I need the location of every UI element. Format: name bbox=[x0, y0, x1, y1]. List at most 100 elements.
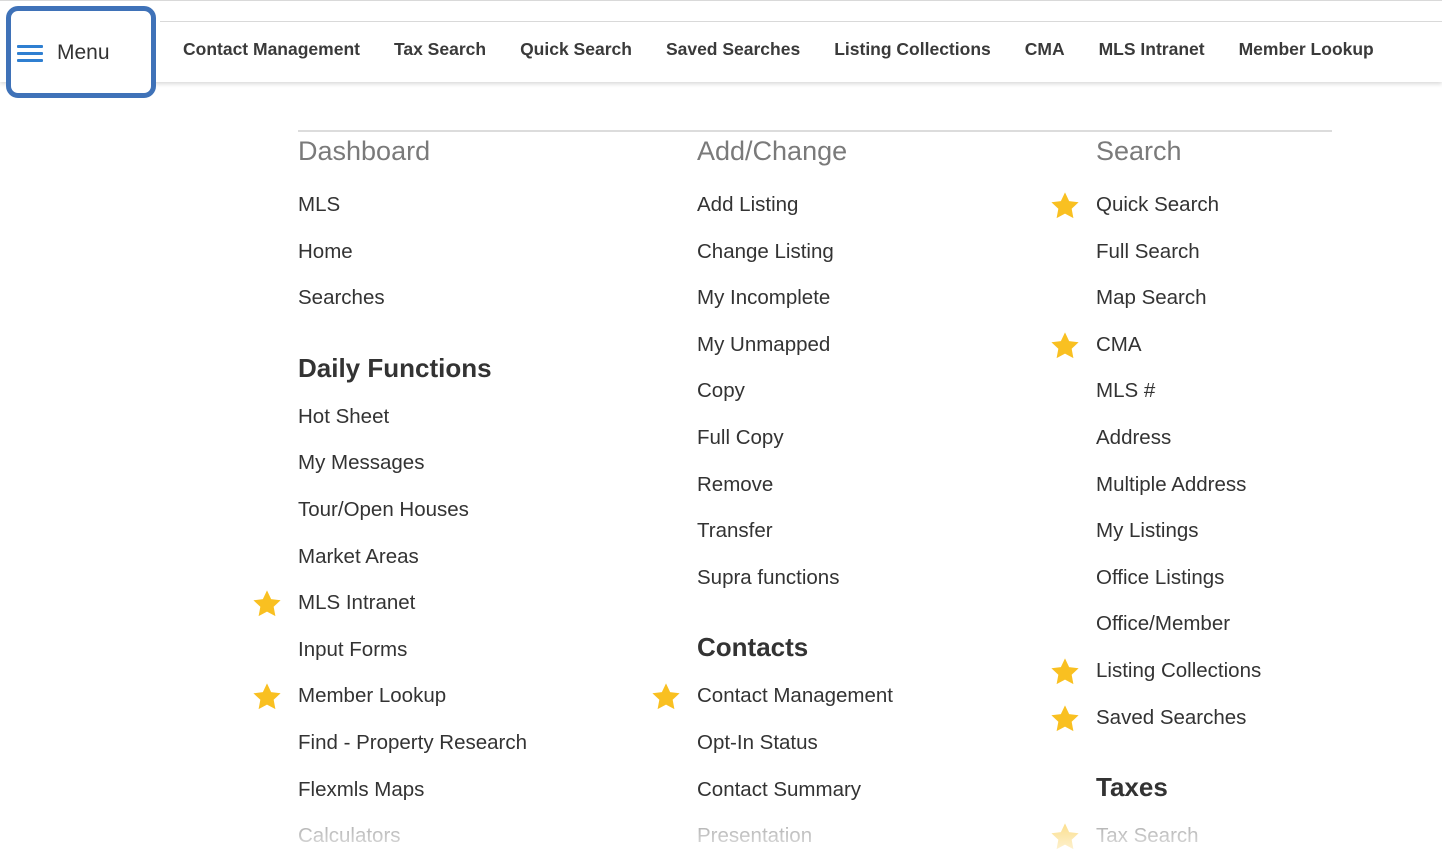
search-item-label: Multiple Address bbox=[1096, 472, 1247, 496]
daily-functions-item-label: Market Areas bbox=[298, 544, 419, 568]
favorite-star-icon[interactable] bbox=[1049, 821, 1081, 853]
menu-divider bbox=[298, 130, 1332, 132]
quick-links-nav: Contact Management Tax Search Quick Sear… bbox=[166, 39, 1391, 60]
add-change-item-my-incomplete[interactable]: My Incomplete bbox=[697, 275, 1057, 322]
add-change-item-label: Supra functions bbox=[697, 565, 840, 589]
add-change-item-remove[interactable]: Remove bbox=[697, 462, 1057, 509]
nav-quick-search[interactable]: Quick Search bbox=[503, 39, 649, 60]
search-item-label: My Listings bbox=[1096, 519, 1199, 543]
dashboard-column: Dashboard MLS Home Searches Daily Function… bbox=[253, 136, 658, 856]
add-change-item-label: Full Copy bbox=[697, 425, 784, 449]
search-item-label: Listing Collections bbox=[1096, 658, 1262, 682]
nav-mls-intranet[interactable]: MLS Intranet bbox=[1082, 39, 1222, 60]
add-change-item-label: Change Listing bbox=[697, 239, 834, 263]
search-item-label: Address bbox=[1096, 425, 1172, 449]
nav-contact-management[interactable]: Contact Management bbox=[166, 39, 377, 60]
add-change-item-add-listing[interactable]: Add Listing bbox=[697, 182, 1057, 229]
add-change-item-label: Transfer bbox=[697, 519, 773, 543]
contacts-item-label: Opt-In Status bbox=[697, 730, 818, 754]
favorite-star-icon[interactable] bbox=[1049, 190, 1081, 222]
dashboard-item-label: MLS bbox=[298, 193, 341, 216]
add-change-item-label: Remove bbox=[697, 472, 774, 496]
daily-functions-item-label: My Messages bbox=[298, 451, 425, 475]
search-item-label: Full Search bbox=[1096, 239, 1200, 263]
favorite-star-icon[interactable] bbox=[1049, 703, 1081, 735]
nav-saved-searches[interactable]: Saved Searches bbox=[649, 39, 817, 60]
search-item-map-search[interactable]: Map Search bbox=[1096, 275, 1442, 322]
add-change-item-copy[interactable]: Copy bbox=[697, 368, 1057, 415]
daily-functions-item-label: Find - Property Research bbox=[298, 730, 528, 754]
search-item-multiple-address[interactable]: Multiple Address bbox=[1096, 462, 1442, 509]
search-item-my-listings[interactable]: My Listings bbox=[1096, 508, 1442, 555]
daily-functions-item-label: Flexmls Maps bbox=[298, 777, 425, 801]
add-change-item-full-copy[interactable]: Full Copy bbox=[697, 415, 1057, 462]
search-item-full-search[interactable]: Full Search bbox=[1096, 229, 1442, 276]
add-change-item-transfer[interactable]: Transfer bbox=[697, 508, 1057, 555]
daily-functions-item-hot-sheet[interactable]: Hot Sheet bbox=[298, 394, 658, 441]
add-change-item-label: Add Listing bbox=[697, 193, 799, 216]
search-item-label: CMA bbox=[1096, 332, 1142, 356]
search-item-address[interactable]: Address bbox=[1096, 415, 1442, 462]
top-navigation-bar: Contact Management Tax Search Quick Sear… bbox=[0, 0, 1442, 82]
contacts-heading: Contacts bbox=[697, 632, 809, 663]
contacts-item-label: Presentation bbox=[697, 824, 813, 848]
daily-functions-item-find-property-research[interactable]: Find - Property Research bbox=[298, 720, 658, 767]
menu-button[interactable]: Menu bbox=[6, 6, 156, 98]
add-change-item-label: My Unmapped bbox=[697, 332, 831, 356]
daily-functions-heading: Daily Functions bbox=[298, 352, 492, 383]
contacts-item-presentation[interactable]: Presentation bbox=[697, 813, 1057, 856]
taxes-item-label: Tax Search bbox=[1096, 824, 1199, 848]
nav-listing-collections[interactable]: Listing Collections bbox=[817, 39, 1008, 60]
menu-label: Menu bbox=[57, 41, 110, 64]
add-change-item-change-listing[interactable]: Change Listing bbox=[697, 229, 1057, 276]
hamburger-icon bbox=[17, 45, 43, 63]
search-item-listing-collections[interactable]: Listing Collections bbox=[1051, 648, 1442, 695]
search-item-label: Saved Searches bbox=[1096, 705, 1247, 729]
nav-member-lookup[interactable]: Member Lookup bbox=[1222, 39, 1391, 60]
daily-functions-item-mls-intranet[interactable]: MLS Intranet bbox=[253, 580, 658, 627]
daily-functions-item-my-messages[interactable]: My Messages bbox=[298, 440, 658, 487]
dashboard-item-home[interactable]: Home bbox=[298, 229, 658, 276]
search-item-quick-search[interactable]: Quick Search bbox=[1051, 182, 1442, 229]
taxes-item-tax-search[interactable]: Tax Search bbox=[1051, 813, 1442, 856]
favorite-star-icon[interactable] bbox=[650, 681, 682, 713]
favorite-star-icon[interactable] bbox=[1049, 330, 1081, 362]
contacts-item-contact-summary[interactable]: Contact Summary bbox=[697, 767, 1057, 814]
daily-functions-item-calculators[interactable]: Calculators bbox=[298, 813, 658, 856]
add-change-item-supra-functions[interactable]: Supra functions bbox=[697, 555, 1057, 602]
contacts-item-contact-management[interactable]: Contact Management bbox=[652, 673, 1057, 720]
favorite-star-icon[interactable] bbox=[1049, 656, 1081, 688]
daily-functions-item-label: Member Lookup bbox=[298, 684, 447, 708]
daily-functions-item-label: Calculators bbox=[298, 824, 401, 848]
nav-tax-search[interactable]: Tax Search bbox=[377, 39, 503, 60]
add-change-column: Add/Change Add Listing Change Listing My I… bbox=[652, 136, 1057, 856]
favorite-star-icon[interactable] bbox=[251, 681, 283, 713]
add-change-item-label: My Incomplete bbox=[697, 286, 831, 310]
search-item-saved-searches[interactable]: Saved Searches bbox=[1051, 695, 1442, 742]
search-item-cma[interactable]: CMA bbox=[1051, 322, 1442, 369]
contacts-item-opt-in-status[interactable]: Opt-In Status bbox=[697, 720, 1057, 767]
dashboard-item-mls[interactable]: MLS bbox=[298, 182, 658, 229]
favorite-star-icon[interactable] bbox=[251, 588, 283, 620]
daily-functions-item-member-lookup[interactable]: Member Lookup bbox=[253, 673, 658, 720]
daily-functions-item-market-areas[interactable]: Market Areas bbox=[298, 534, 658, 581]
taxes-heading: Taxes bbox=[1096, 772, 1168, 803]
search-item-office-listings[interactable]: Office Listings bbox=[1096, 555, 1442, 602]
search-heading: Search bbox=[1096, 136, 1182, 166]
daily-functions-item-tour-open-houses[interactable]: Tour/Open Houses bbox=[298, 487, 658, 534]
search-item-mls[interactable]: MLS # bbox=[1096, 368, 1442, 415]
daily-functions-item-flexmls-maps[interactable]: Flexmls Maps bbox=[298, 767, 658, 814]
search-item-label: Office/Member bbox=[1096, 612, 1231, 636]
add-change-heading: Add/Change bbox=[697, 136, 848, 166]
top-border-line bbox=[160, 21, 1442, 22]
add-change-item-my-unmapped[interactable]: My Unmapped bbox=[697, 322, 1057, 369]
daily-functions-item-label: Input Forms bbox=[298, 637, 408, 661]
dashboard-heading: Dashboard bbox=[298, 136, 431, 166]
search-item-label: Quick Search bbox=[1096, 193, 1220, 216]
daily-functions-item-input-forms[interactable]: Input Forms bbox=[298, 627, 658, 674]
contacts-item-label: Contact Management bbox=[697, 684, 894, 708]
dashboard-item-label: Searches bbox=[298, 286, 385, 310]
nav-cma[interactable]: CMA bbox=[1008, 39, 1082, 60]
search-item-office-member[interactable]: Office/Member bbox=[1096, 601, 1442, 648]
dashboard-item-searches[interactable]: Searches bbox=[298, 275, 658, 322]
